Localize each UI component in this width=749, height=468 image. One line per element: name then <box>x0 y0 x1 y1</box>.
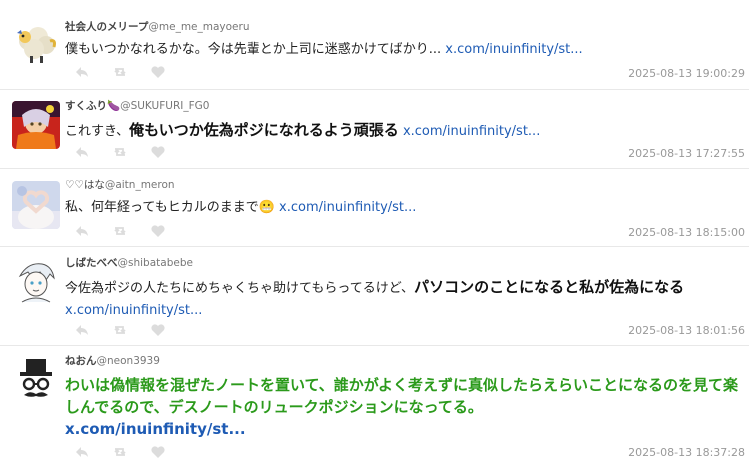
tweet-actions <box>74 445 166 459</box>
heart-icon[interactable] <box>150 145 166 159</box>
tweet-item: しばたべべ@shibatabebe 今佐為ポジの人たちにめちゃくちゃ助けてもらっ… <box>0 247 749 346</box>
tweet-actions <box>74 65 166 79</box>
tweet-body-emphasis: パソコンのことになると私が佐為になる <box>414 278 685 296</box>
timestamp[interactable]: 2025-08-13 18:15:00 <box>628 226 745 240</box>
timestamp[interactable]: 2025-08-13 18:37:28 <box>628 446 745 460</box>
heart-hands-avatar[interactable] <box>12 181 60 229</box>
timestamp[interactable]: 2025-08-13 17:27:55 <box>628 147 745 161</box>
anime-character-avatar[interactable] <box>12 101 60 149</box>
display-name[interactable]: 社会人のメリープ <box>65 21 148 33</box>
retweet-icon[interactable] <box>112 323 128 337</box>
retweet-icon[interactable] <box>112 445 128 459</box>
reply-icon[interactable] <box>74 224 90 238</box>
tweet-text: これすき、俺もいつか佐為ポジになれるよう頑張る x.com/inuinfinit… <box>65 119 743 143</box>
tweet-header: 社会人のメリープ@me_me_mayoeru <box>65 20 249 34</box>
sketch-character-avatar[interactable] <box>12 258 60 306</box>
tweet-body-emphasis: 俺もいつか佐為ポジになれるよう頑張る <box>129 121 399 139</box>
tweet-text: 今佐為ポジの人たちにめちゃくちゃ助けてもらってるけど、パソコンのことになると私が… <box>65 276 743 322</box>
retweet-icon[interactable] <box>112 224 128 238</box>
reply-icon[interactable] <box>74 323 90 337</box>
timestamp[interactable]: 2025-08-13 18:01:56 <box>628 324 745 338</box>
tweet-body: 今佐為ポジの人たちにめちゃくちゃ助けてもらってるけど、 <box>65 281 415 296</box>
tweet-header: すくふり🍆@SUKUFURI_FG0 <box>65 99 209 113</box>
user-handle[interactable]: @SUKUFURI_FG0 <box>120 100 209 112</box>
tweet-body: 私、何年経ってもヒカルのままで😬 <box>65 200 280 215</box>
tweet-text: 僕もいつかなれるかな。今は先輩とか上司に迷惑かけてばかり... x.com/in… <box>65 39 743 61</box>
user-handle[interactable]: @shibatabebe <box>118 257 193 269</box>
heart-icon[interactable] <box>150 65 166 79</box>
tweet-text: わいは偽情報を混ぜたノートを置いて、誰かがよく考えずに真似したらえらいことになる… <box>65 374 741 440</box>
display-name[interactable]: ♡♡はな <box>65 179 105 191</box>
tweet-link[interactable]: x.com/inuinfinity/st... <box>65 420 246 438</box>
retweet-icon[interactable] <box>112 145 128 159</box>
tweet-header: しばたべべ@shibatabebe <box>65 256 193 270</box>
tweet-link[interactable]: x.com/inuinfinity/st... <box>279 200 416 215</box>
tweet-body: わいは偽情報を混ぜたノートを置いて、誰かがよく考えずに真似したらえらいことになる… <box>65 376 739 416</box>
heart-icon[interactable] <box>150 445 166 459</box>
tweet-link[interactable]: x.com/inuinfinity/st... <box>445 42 582 57</box>
tweet-actions <box>74 323 166 337</box>
heart-icon[interactable] <box>150 224 166 238</box>
timestamp[interactable]: 2025-08-13 19:00:29 <box>628 67 745 81</box>
display-name[interactable]: すくふり🍆 <box>65 100 120 112</box>
tweet-header: ♡♡はな@aitn_meron <box>65 178 175 192</box>
top-hat-mustache-avatar[interactable] <box>12 357 60 405</box>
tweet-link[interactable]: x.com/inuinfinity/st... <box>65 303 202 318</box>
tweet-header: ねおん@neon3939 <box>65 354 160 368</box>
sheep-avatar[interactable] <box>12 19 60 67</box>
tweet-body: これすき、 <box>65 124 130 139</box>
tweet-item: すくふり🍆@SUKUFURI_FG0 これすき、俺もいつか佐為ポジになれるよう頑… <box>0 90 749 169</box>
user-handle[interactable]: @me_me_mayoeru <box>148 21 249 33</box>
tweet-body: 僕もいつかなれるかな。今は先輩とか上司に迷惑かけてばかり... <box>65 42 446 57</box>
tweet-link[interactable]: x.com/inuinfinity/st... <box>403 124 540 139</box>
tweet-text: 私、何年経ってもヒカルのままで😬 x.com/inuinfinity/st... <box>65 197 743 219</box>
tweet-feed: 社会人のメリープ@me_me_mayoeru 僕もいつかなれるかな。今は先輩とか… <box>0 0 749 468</box>
reply-icon[interactable] <box>74 65 90 79</box>
reply-icon[interactable] <box>74 445 90 459</box>
display-name[interactable]: しばたべべ <box>65 257 118 269</box>
reply-icon[interactable] <box>74 145 90 159</box>
display-name[interactable]: ねおん <box>65 355 97 367</box>
retweet-icon[interactable] <box>112 65 128 79</box>
tweet-actions <box>74 224 166 238</box>
user-handle[interactable]: @aitn_meron <box>105 179 175 191</box>
tweet-item: ねおん@neon3939 わいは偽情報を混ぜたノートを置いて、誰かがよく考えずに… <box>0 346 749 468</box>
tweet-item: 社会人のメリープ@me_me_mayoeru 僕もいつかなれるかな。今は先輩とか… <box>0 0 749 90</box>
tweet-actions <box>74 145 166 159</box>
heart-icon[interactable] <box>150 323 166 337</box>
tweet-item: ♡♡はな@aitn_meron 私、何年経ってもヒカルのままで😬 x.com/i… <box>0 169 749 247</box>
user-handle[interactable]: @neon3939 <box>97 355 160 367</box>
